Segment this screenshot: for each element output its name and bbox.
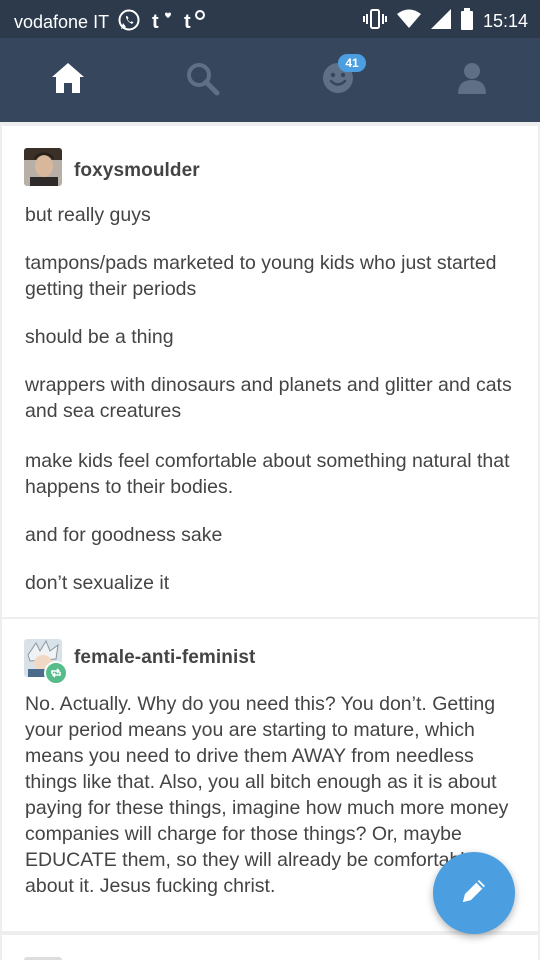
avatar[interactable] [24,148,62,186]
post-username[interactable]: foxysmoulder [74,160,200,182]
battery-icon [460,8,473,35]
post-paragraph: but really guys [25,204,151,226]
whatsapp-icon [117,8,141,37]
post-card [2,935,538,960]
post-paragraph: tampons/pads marketed to young kids who … [25,252,497,300]
home-tab[interactable] [48,60,88,100]
activity-badge: 41 [338,54,366,72]
vibrate-icon [362,8,387,35]
svg-text:t: t [152,11,159,32]
compose-button[interactable] [433,852,515,934]
wifi-icon [396,9,421,34]
tumblr-reblog-notification-icon: t [181,8,206,37]
tumblr-nav-bar: 41 [0,38,540,122]
signal-icon [430,9,451,34]
pencil-icon [457,874,491,913]
post-card: foxysmoulder but really guys tampons/pad… [2,126,538,617]
dashboard-feed[interactable]: foxysmoulder but really guys tampons/pad… [0,122,540,960]
search-tab[interactable] [182,60,222,100]
status-bar: vodafone IT t t 15:14 [0,0,540,38]
account-icon [454,60,490,101]
post-paragraph: No. Actually. Why do you need this? You … [25,693,509,897]
post-paragraph: make kids feel comfortable about somethi… [25,450,510,498]
svg-text:t: t [184,11,191,32]
clock-time: 15:14 [482,11,528,31]
reblog-icon [44,661,68,685]
post-paragraph: and for goodness sake [25,524,223,546]
post-paragraph: don’t sexualize it [25,572,170,594]
post-username[interactable]: female-anti-feminist [74,647,255,669]
carrier-label: vodafone IT [14,12,110,32]
search-icon [184,60,220,101]
account-tab[interactable] [452,60,492,100]
post-paragraph: should be a thing [25,326,174,348]
tumblr-notification-icon: t [149,8,173,37]
post-paragraph: wrappers with dinosaurs and planets and … [25,374,512,422]
home-icon [50,60,86,101]
